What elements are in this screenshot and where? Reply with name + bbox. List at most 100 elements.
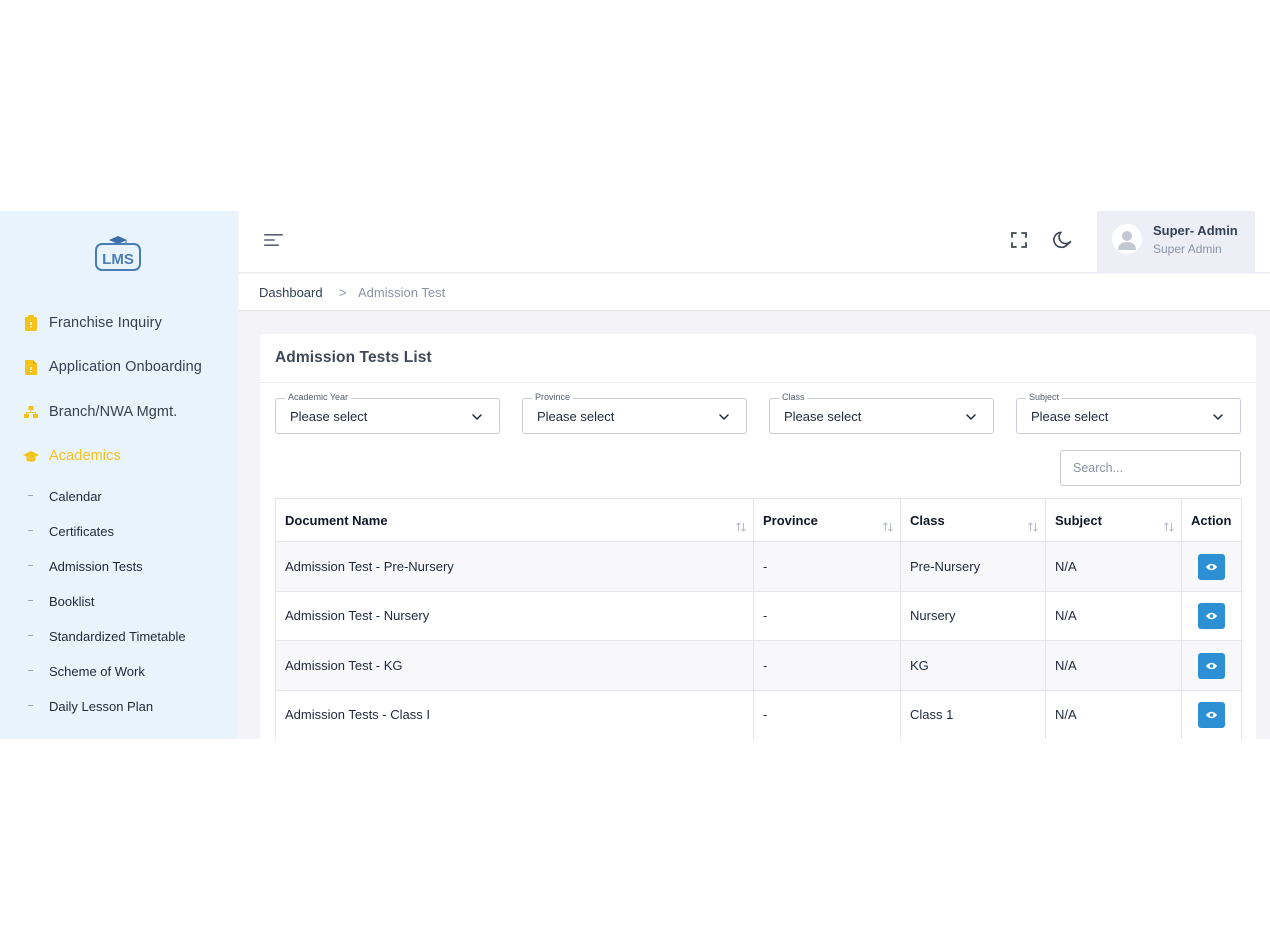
cell-province: -	[753, 640, 901, 691]
table-row: Admission Test - Pre-Nursery - Pre-Nurse…	[275, 541, 1242, 592]
sort-icon	[736, 522, 746, 532]
breadcrumb-dashboard-link[interactable]: Dashboard	[259, 285, 323, 300]
avatar	[1112, 224, 1142, 254]
dash-bullet	[28, 635, 33, 636]
filter-value: Please select	[290, 409, 368, 424]
fullscreen-button[interactable]	[1009, 230, 1029, 250]
chevron-down-icon	[472, 414, 482, 420]
sidebar-item-label: Branch/NWA Mgmt.	[49, 404, 178, 420]
page-title: Admission Tests List	[275, 349, 432, 366]
cell-class: KG	[900, 640, 1046, 691]
filter-value: Please select	[1031, 409, 1109, 424]
user-role: Super Admin	[1153, 242, 1222, 256]
cell-subject: N/A	[1045, 689, 1182, 739]
sidebar-subitem-label: Booklist	[49, 593, 95, 609]
breadcrumb: Dashboard > Admission Test	[239, 274, 1270, 311]
lms-logo[interactable]: LMS	[94, 235, 142, 273]
admission-tests-table: Document Name Province Class Subject Act…	[275, 498, 1242, 739]
cell-province: -	[753, 590, 901, 641]
breadcrumb-current: Admission Test	[358, 285, 446, 300]
cell-document-name: Admission Test - KG	[275, 640, 754, 691]
column-header-subject[interactable]: Subject	[1045, 498, 1182, 542]
moon-icon	[1053, 231, 1072, 249]
cell-class: Pre-Nursery	[900, 541, 1046, 592]
sidebar-subitem-label: Daily Lesson Plan	[49, 698, 154, 714]
eye-icon	[1205, 613, 1218, 620]
view-button[interactable]	[1198, 652, 1225, 679]
column-header-document-name[interactable]: Document Name	[275, 498, 754, 542]
filter-label: Class	[779, 392, 808, 402]
cell-action	[1181, 590, 1242, 641]
sidebar-subitem-booklist[interactable]: Booklist	[0, 589, 237, 613]
menu-icon	[264, 234, 283, 246]
sidebar-item-franchise-inquiry[interactable]: Franchise Inquiry	[0, 308, 237, 338]
filter-label: Academic Year	[285, 392, 352, 402]
view-button[interactable]	[1198, 603, 1225, 630]
dash-bullet	[28, 495, 33, 496]
eye-icon	[1205, 662, 1218, 669]
chevron-down-icon	[1213, 414, 1223, 420]
cell-subject: N/A	[1045, 590, 1182, 641]
province-select[interactable]: Province Please select	[522, 392, 747, 434]
sitemap-icon	[24, 406, 38, 418]
academic-year-select[interactable]: Academic Year Please select	[275, 392, 500, 434]
filter-label: Subject	[1026, 392, 1063, 402]
eye-icon	[1205, 712, 1218, 719]
sidebar: LMS Franchise Inquiry Application Onboar…	[0, 211, 237, 739]
column-header-label: Document Name	[285, 512, 388, 528]
sidebar-item-academics[interactable]: Academics	[0, 441, 237, 471]
user-avatar-icon	[1118, 231, 1136, 250]
user-profile-menu[interactable]: Super- Admin Super Admin	[1097, 211, 1255, 273]
search-input[interactable]	[1060, 450, 1241, 486]
sidebar-subitem-certificates[interactable]: Certificates	[0, 519, 237, 543]
column-header-label: Subject	[1055, 512, 1102, 528]
sidebar-subitem-admission-tests[interactable]: Admission Tests	[0, 554, 237, 578]
sidebar-item-branch-nwa-mgmt[interactable]: Branch/NWA Mgmt.	[0, 397, 237, 427]
class-select[interactable]: Class Please select	[769, 392, 994, 434]
cell-document-name: Admission Tests - Class I	[275, 689, 754, 739]
subject-select[interactable]: Subject Please select	[1016, 392, 1241, 434]
dash-bullet	[28, 530, 33, 531]
app-window: LMS Franchise Inquiry Application Onboar…	[0, 211, 1270, 739]
view-button[interactable]	[1198, 702, 1225, 729]
column-header-class[interactable]: Class	[900, 498, 1046, 542]
column-header-label: Action	[1191, 512, 1232, 528]
admission-tests-card: Admission Tests List Academic Year Pleas…	[260, 334, 1256, 739]
cell-class: Nursery	[900, 590, 1046, 641]
sidebar-item-label: Academics	[49, 448, 121, 464]
user-name: Super- Admin	[1153, 223, 1238, 238]
sidebar-subitem-daily-lesson-plan[interactable]: Daily Lesson Plan	[0, 694, 237, 718]
sidebar-item-label: Franchise Inquiry	[49, 315, 162, 331]
filter-value: Please select	[537, 409, 615, 424]
dash-bullet	[28, 705, 33, 706]
dash-bullet	[28, 565, 33, 566]
clipboard-icon	[25, 315, 37, 331]
dash-bullet	[28, 600, 33, 601]
sort-icon	[1164, 522, 1174, 532]
cell-subject: N/A	[1045, 541, 1182, 592]
sidebar-item-label: Application Onboarding	[49, 359, 202, 375]
column-header-label: Province	[763, 512, 818, 528]
sidebar-subitem-standardized-timetable[interactable]: Standardized Timetable	[0, 624, 237, 648]
view-button[interactable]	[1198, 553, 1225, 580]
cell-action	[1181, 689, 1242, 739]
sidebar-subitem-label: Standardized Timetable	[49, 628, 186, 644]
table-row: Admission Test - KG - KG N/A	[275, 640, 1242, 691]
cell-province: -	[753, 689, 901, 739]
sidebar-item-application-onboarding[interactable]: Application Onboarding	[0, 352, 237, 382]
top-bar: Super- Admin Super Admin	[239, 211, 1270, 273]
sidebar-subitem-label: Scheme of Work	[49, 663, 145, 679]
dash-bullet	[28, 670, 33, 671]
document-icon	[25, 360, 37, 375]
cell-document-name: Admission Test - Pre-Nursery	[275, 541, 754, 592]
sidebar-subitem-calendar[interactable]: Calendar	[0, 484, 237, 508]
column-header-province[interactable]: Province	[753, 498, 901, 542]
menu-toggle-button[interactable]	[263, 231, 285, 249]
cell-document-name: Admission Test - Nursery	[275, 590, 754, 641]
sidebar-subitem-scheme-of-work[interactable]: Scheme of Work	[0, 659, 237, 683]
graduation-cap-icon	[23, 451, 39, 462]
sidebar-subitem-label: Calendar	[49, 488, 102, 504]
filter-label: Province	[532, 392, 574, 402]
dark-mode-toggle[interactable]	[1052, 229, 1074, 251]
cell-subject: N/A	[1045, 640, 1182, 691]
